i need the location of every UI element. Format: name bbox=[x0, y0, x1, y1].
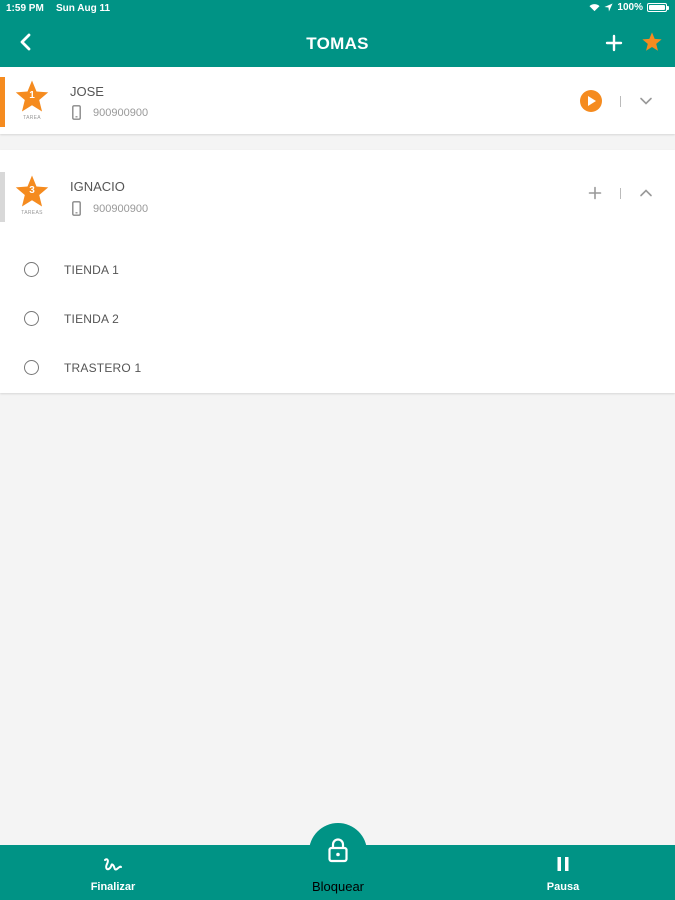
task-count: 3 bbox=[29, 185, 35, 196]
chevron-down-icon[interactable] bbox=[639, 96, 653, 106]
list-item[interactable]: TIENDA 2 bbox=[0, 294, 675, 343]
finalizar-button[interactable]: Finalizar bbox=[73, 845, 153, 900]
task-count-label: TAREA bbox=[23, 115, 41, 121]
location-arrow-icon bbox=[604, 3, 613, 12]
page-title: TOMAS bbox=[306, 34, 369, 53]
location-list: TIENDA 1 TIENDA 2 TRASTERO 1 bbox=[0, 245, 675, 392]
star-icon[interactable] bbox=[641, 31, 663, 53]
pausa-button[interactable]: Pausa bbox=[523, 845, 603, 900]
pause-icon bbox=[557, 857, 569, 871]
battery-percent: 100% bbox=[617, 2, 643, 13]
bloquear-label: Bloquear bbox=[311, 879, 365, 894]
list-item[interactable]: TRASTERO 1 bbox=[0, 343, 675, 392]
radio-button[interactable] bbox=[24, 360, 39, 375]
list-item-label: TIENDA 2 bbox=[64, 311, 119, 326]
pausa-label: Pausa bbox=[546, 881, 580, 893]
task-count-badge: 1 TAREA bbox=[12, 79, 52, 127]
plus-icon[interactable] bbox=[588, 186, 602, 200]
card-actions bbox=[588, 186, 653, 200]
status-time: 1:59 PM bbox=[6, 3, 44, 14]
card-actions bbox=[580, 90, 653, 112]
battery-icon bbox=[647, 3, 669, 12]
mobile-phone-icon bbox=[72, 105, 81, 120]
card-accent-bar bbox=[0, 77, 5, 127]
play-icon[interactable] bbox=[580, 90, 602, 112]
contact-phone-number: 900900900 bbox=[93, 202, 149, 215]
mobile-phone-icon bbox=[72, 201, 81, 216]
status-bar: 1:59 PM Sun Aug 11 100% bbox=[0, 0, 675, 18]
plus-icon[interactable] bbox=[603, 32, 625, 54]
contact-phone: 900900900 bbox=[72, 201, 148, 216]
contact-card[interactable]: 1 TAREA JOSE 900900900 bbox=[0, 67, 675, 134]
top-app-bar: 1:59 PM Sun Aug 11 100% TOMAS bbox=[0, 0, 675, 67]
radio-button[interactable] bbox=[24, 311, 39, 326]
status-date: Sun Aug 11 bbox=[56, 3, 111, 14]
list-item-label: TIENDA 1 bbox=[64, 262, 119, 277]
chevron-up-icon[interactable] bbox=[639, 188, 653, 198]
contact-name: IGNACIO bbox=[70, 179, 125, 194]
wifi-icon bbox=[589, 4, 600, 12]
divider bbox=[620, 95, 621, 107]
status-indicators: 100% bbox=[589, 2, 669, 13]
contact-card[interactable]: 3 TAREAS IGNACIO 900900900 TIENDA 1 TIEN… bbox=[0, 150, 675, 393]
contact-phone: 900900900 bbox=[72, 105, 148, 120]
divider bbox=[620, 187, 621, 199]
card-accent-bar bbox=[0, 172, 5, 222]
task-count: 1 bbox=[29, 90, 35, 101]
contact-phone-number: 900900900 bbox=[93, 106, 149, 119]
finalizar-label: Finalizar bbox=[90, 881, 136, 893]
radio-button[interactable] bbox=[24, 262, 39, 277]
task-count-label: TAREAS bbox=[21, 210, 43, 216]
list-item-label: TRASTERO 1 bbox=[64, 360, 142, 375]
signature-icon bbox=[104, 858, 122, 871]
task-count-badge: 3 TAREAS bbox=[12, 174, 52, 222]
list-item[interactable]: TIENDA 1 bbox=[0, 245, 675, 294]
contact-name: JOSE bbox=[70, 84, 104, 99]
bloquear-label-container: Bloquear bbox=[298, 845, 378, 900]
